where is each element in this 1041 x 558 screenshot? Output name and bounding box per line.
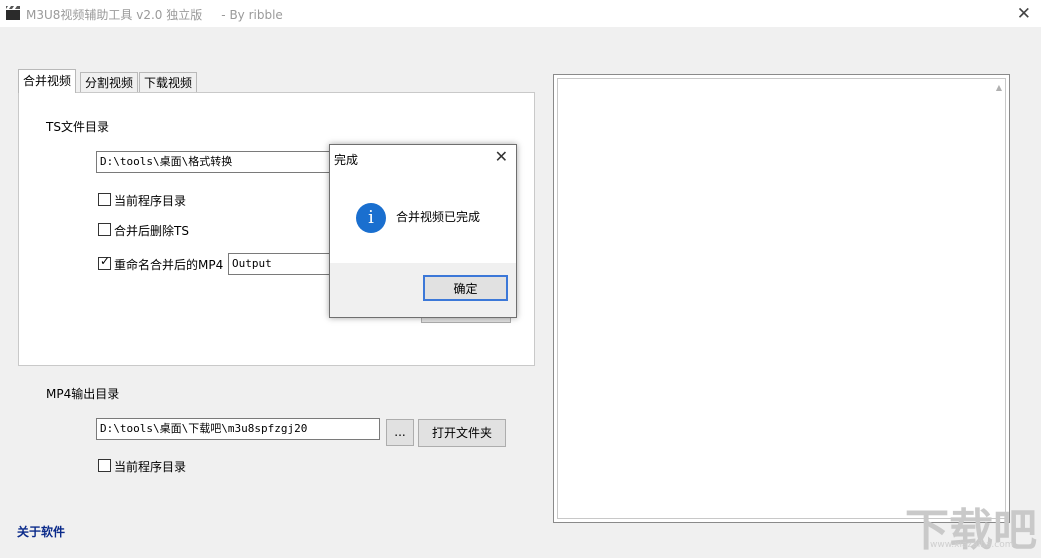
current-dir-label: 当前程序目录 (114, 194, 187, 208)
rename-mp4-checkbox[interactable]: ✓ (98, 254, 111, 270)
ts-dir-label: TS文件目录 (46, 120, 109, 134)
dialog-title: 完成 (334, 153, 359, 167)
rename-mp4-label: 重命名合并后的MP4 (114, 258, 224, 272)
output-current-dir-label: 当前程序目录 (114, 460, 187, 474)
browse-button[interactable]: ... (386, 419, 414, 446)
title-bar: M3U8视频辅助工具 v2.0 独立版 - By ribble ✕ (0, 0, 1041, 27)
delete-ts-label: 合并后删除TS (114, 224, 189, 238)
tab-merge-video[interactable]: 合并视频 (18, 69, 77, 93)
open-folder-button[interactable]: 打开文件夹 (418, 419, 506, 447)
info-icon: i (356, 203, 386, 233)
delete-ts-checkbox[interactable] (98, 223, 111, 236)
film-clapper-icon (6, 6, 20, 20)
scroll-up-icon[interactable]: ▲ (996, 83, 1002, 92)
log-textarea[interactable]: ▲ (557, 78, 1006, 519)
mp4-output-input[interactable]: D:\tools\桌面\下载吧\m3u8spfzgj20 (96, 418, 380, 440)
log-panel[interactable]: ▲ (553, 74, 1010, 523)
output-name-input[interactable]: Output (228, 253, 336, 275)
completion-dialog: 完成 ✕ i 合并视频已完成 确定 (329, 144, 517, 318)
dialog-footer: 确定 (330, 263, 516, 317)
ts-dir-input[interactable]: D:\tools\桌面\格式转换 (96, 151, 336, 173)
watermark-url: www.xiazaiba.com (930, 540, 1014, 550)
about-software-link[interactable]: 关于软件 (17, 523, 65, 540)
mp4-output-label: MP4输出目录 (46, 387, 120, 401)
tab-download-video[interactable]: 下载视频 (139, 72, 198, 92)
checkmark-icon: ✓ (100, 254, 111, 268)
output-current-dir-checkbox[interactable] (98, 459, 111, 472)
dialog-message: 合并视频已完成 (396, 210, 481, 224)
ok-button[interactable]: 确定 (423, 275, 508, 301)
dialog-close-icon[interactable]: ✕ (495, 147, 508, 166)
current-dir-checkbox[interactable] (98, 193, 111, 206)
window-title: M3U8视频辅助工具 v2.0 独立版 - By ribble (26, 8, 283, 22)
tab-split-video[interactable]: 分割视频 (80, 72, 139, 92)
close-icon[interactable]: ✕ (1017, 4, 1031, 24)
